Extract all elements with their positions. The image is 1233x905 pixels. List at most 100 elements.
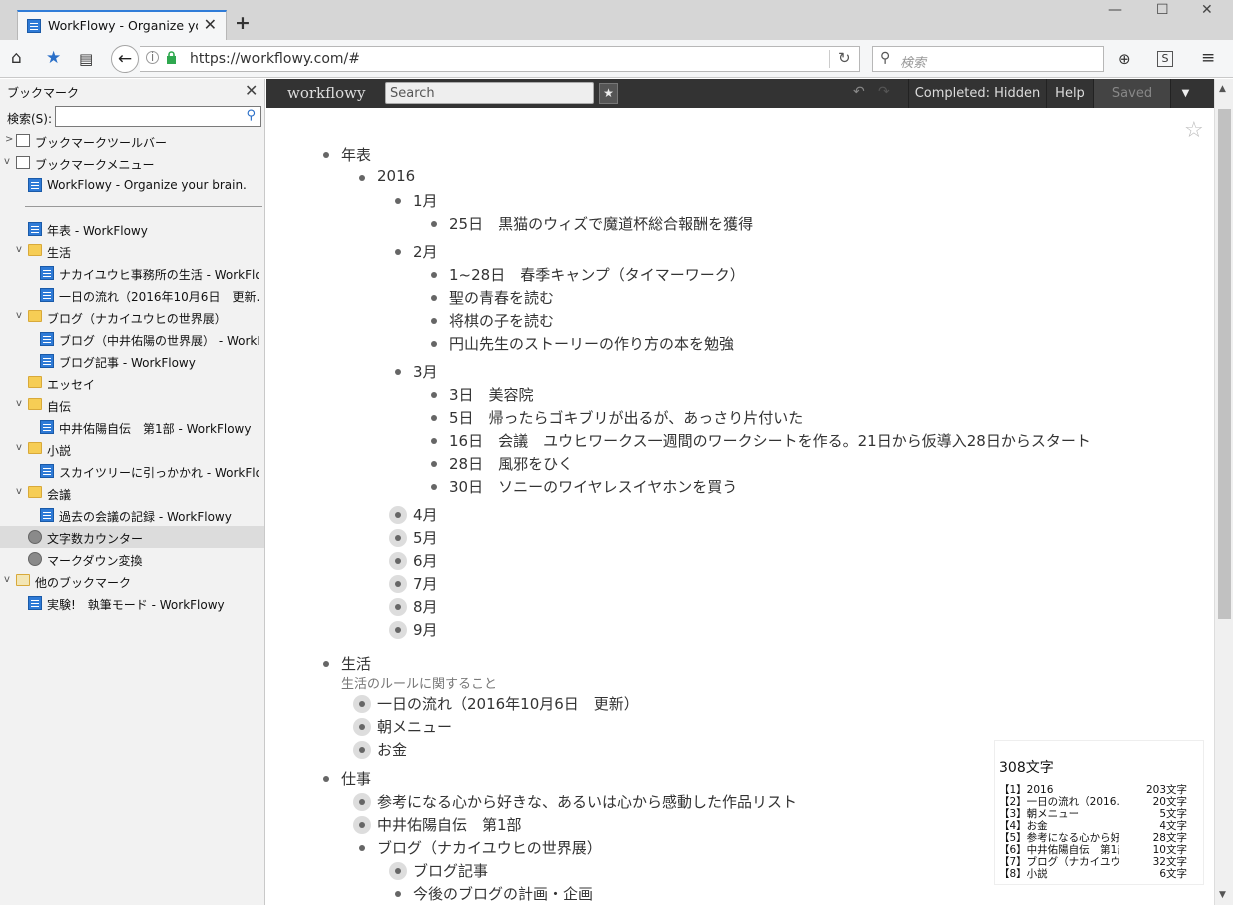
bullet[interactable] — [353, 169, 371, 187]
sidebar-item-markdown[interactable]: マークダウン変換 — [0, 548, 264, 570]
sidebar-item-blog-sekaiten[interactable]: ブログ（中井佑陽の世界展） - WorkFl... — [0, 328, 264, 350]
scroll-up-icon[interactable]: ▲ — [1219, 84, 1226, 94]
outline-item-collapsed[interactable]: 6月 — [389, 550, 438, 571]
collapsed-bullet[interactable] — [389, 621, 407, 639]
outline-text[interactable]: 仕事 — [341, 770, 371, 788]
outline-item[interactable]: 将棋の子を読む — [431, 310, 554, 331]
chevron-down-icon[interactable]: v — [16, 398, 22, 409]
sidebar-folder-seikatsu[interactable]: v 生活 — [0, 240, 264, 262]
sidebar-folder-shosetsu[interactable]: v 小説 — [0, 438, 264, 460]
sidebar-item-skytree[interactable]: スカイツリーに引っかかれ - WorkFlowy — [0, 460, 264, 482]
bullet[interactable] — [389, 363, 407, 381]
url-bar[interactable]: i https://workflowy.com/# ↻ — [140, 46, 860, 72]
outline-item-collapsed[interactable]: 7月 — [389, 573, 438, 594]
outline-item[interactable]: 円山先生のストーリーの作り方の本を勉強 — [431, 333, 734, 354]
redo-icon[interactable]: ↷ — [878, 84, 890, 100]
outline-item[interactable]: 年表 — [323, 144, 371, 165]
bullet[interactable] — [425, 312, 443, 330]
outline-text[interactable]: 2016 — [377, 167, 415, 185]
outline-text[interactable]: 1月 — [413, 192, 438, 210]
outline-item[interactable]: 聖の青春を読む — [431, 287, 554, 308]
outline-text[interactable]: 将棋の子を読む — [449, 312, 554, 330]
sidebar-folder-kaigi[interactable]: v 会議 — [0, 482, 264, 504]
bullet[interactable] — [425, 432, 443, 450]
outline-item[interactable]: 生活 — [323, 653, 371, 674]
outline-text[interactable]: ブログ（ナカイユウヒの世界展） — [377, 839, 602, 857]
sidebar-item-bookmark-menu[interactable]: v ブックマークメニュー — [0, 152, 264, 174]
star-page-icon[interactable]: ☆ — [1184, 118, 1204, 143]
new-tab-icon[interactable]: + — [235, 12, 251, 34]
tab-workflowy[interactable]: WorkFlowy - Organize yo... ✕ — [17, 10, 227, 41]
outline-item[interactable]: 1~28日 春季キャンプ（タイマーワーク） — [431, 264, 745, 285]
outline-text[interactable]: 28日 風邪をひく — [449, 455, 573, 473]
bullet[interactable] — [389, 192, 407, 210]
chevron-down-icon[interactable]: v — [16, 310, 22, 321]
sidebar-search-input[interactable]: ⚲ — [55, 106, 261, 127]
bullet[interactable] — [353, 839, 371, 857]
sidebar-folder-essay[interactable]: エッセイ — [0, 372, 264, 394]
collapsed-bullet[interactable] — [353, 695, 371, 713]
collapsed-bullet[interactable] — [389, 575, 407, 593]
sidebar-item-moji-counter[interactable]: 文字数カウンター — [0, 526, 264, 548]
outline-text[interactable]: 25日 黒猫のウィズで魔道杯総合報酬を獲得 — [449, 215, 753, 233]
outline-item[interactable]: ブログ（ナカイユウヒの世界展） — [359, 837, 602, 858]
outline-text[interactable]: 今後のブログの計画・企画 — [413, 885, 593, 903]
outline-item[interactable]: 16日 会議 ユウヒワークス一週間のワークシートを作る。21日から仮導入28日か… — [431, 430, 1091, 451]
outline-item[interactable]: 28日 風邪をひく — [431, 453, 573, 474]
outline-text[interactable]: お金 — [377, 741, 407, 759]
sidebar-folder-jiden[interactable]: v 自伝 — [0, 394, 264, 416]
bullet[interactable] — [425, 478, 443, 496]
info-icon[interactable]: i — [146, 51, 159, 64]
outline-text[interactable]: 円山先生のストーリーの作り方の本を勉強 — [449, 335, 734, 353]
sidebar-item-jimusho[interactable]: ナカイユウヒ事務所の生活 - WorkFlo... — [0, 262, 264, 284]
outline-text[interactable]: 3日 美容院 — [449, 386, 534, 404]
sidebar-item-blog-kiji[interactable]: ブログ記事 - WorkFlowy — [0, 350, 264, 372]
collapsed-bullet[interactable] — [389, 506, 407, 524]
bullet[interactable] — [425, 335, 443, 353]
outline-item-collapsed[interactable]: お金 — [353, 739, 407, 760]
bullet[interactable] — [389, 885, 407, 903]
outline-text[interactable]: 生活 — [341, 655, 371, 673]
chevron-down-icon[interactable]: v — [16, 244, 22, 255]
collapsed-bullet[interactable] — [353, 793, 371, 811]
outline-text[interactable]: 3月 — [413, 363, 438, 381]
minimize-icon[interactable]: — — [1108, 2, 1122, 18]
chevron-down-icon[interactable]: v — [16, 486, 22, 497]
outline-item[interactable]: 3月 — [395, 361, 438, 382]
collapsed-bullet[interactable] — [353, 816, 371, 834]
outline-text[interactable]: 一日の流れ（2016年10月6日 更新） — [377, 695, 639, 713]
s-extension-icon[interactable]: S — [1157, 51, 1173, 67]
outline-text[interactable]: 6月 — [413, 552, 438, 570]
collapsed-bullet[interactable] — [389, 529, 407, 547]
back-button[interactable]: ← — [111, 45, 139, 73]
outline-text[interactable]: 9月 — [413, 621, 438, 639]
outline-item-collapsed[interactable]: 9月 — [389, 619, 438, 640]
outline-text[interactable]: 年表 — [341, 146, 371, 164]
outline-text[interactable]: 8月 — [413, 598, 438, 616]
sidebar-item-jikken[interactable]: 実験! 執筆モード - WorkFlowy — [0, 592, 264, 614]
undo-icon[interactable]: ↶ — [853, 84, 865, 100]
collapsed-bullet[interactable] — [389, 862, 407, 880]
outline-text[interactable]: 中井佑陽自伝 第1部 — [377, 816, 522, 834]
bullet[interactable] — [317, 655, 335, 673]
collapsed-bullet[interactable] — [389, 598, 407, 616]
outline-text[interactable]: 朝メニュー — [377, 718, 452, 736]
outline-text[interactable]: 16日 会議 ユウヒワークス一週間のワークシートを作る。21日から仮導入28日か… — [449, 432, 1091, 450]
bullet[interactable] — [425, 289, 443, 307]
sidebar-close-icon[interactable]: ✕ — [245, 81, 258, 100]
outline-item-collapsed[interactable]: 朝メニュー — [353, 716, 452, 737]
sidebar-item-kaigi-kiroku[interactable]: 過去の会議の記録 - WorkFlowy — [0, 504, 264, 526]
outline-item-collapsed[interactable]: 参考になる心から好きな、あるいは心から感動した作品リスト — [353, 791, 797, 812]
sidebar-item-bookmark-toolbar[interactable]: > ブックマークツールバー — [0, 130, 264, 152]
workflowy-search-input[interactable]: Search — [385, 82, 594, 104]
browser-search-field[interactable]: ⚲ 検索 — [872, 46, 1104, 72]
outline-note[interactable]: 生活のルールに関すること — [341, 673, 497, 692]
home-icon[interactable]: ⌂ — [11, 48, 22, 68]
bullet[interactable] — [425, 455, 443, 473]
scroll-down-icon[interactable]: ▼ — [1219, 890, 1226, 900]
starred-pages-icon[interactable]: ★ — [599, 83, 618, 104]
chevron-down-icon[interactable]: v — [16, 442, 22, 453]
outline-item[interactable]: 2016 — [359, 167, 415, 185]
workflowy-logo[interactable]: workflowy — [287, 84, 365, 102]
outline-text[interactable]: 聖の青春を読む — [449, 289, 554, 307]
